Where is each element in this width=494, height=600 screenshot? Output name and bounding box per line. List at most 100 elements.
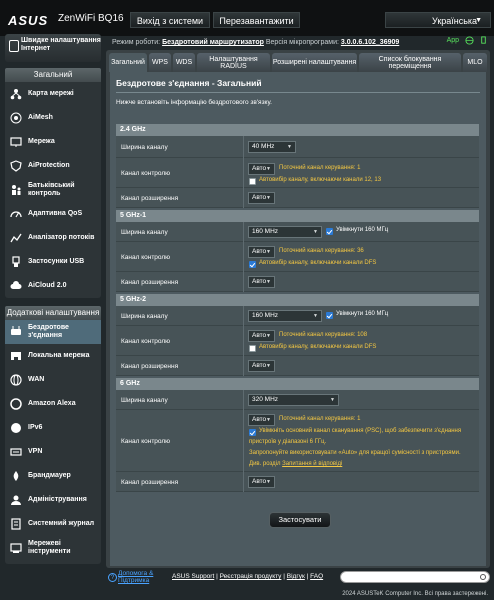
divider	[243, 136, 244, 158]
auto-suggest-note: Запропонуйте використовувати «Auto» для …	[249, 450, 461, 456]
search-icon[interactable]	[480, 574, 486, 580]
search-input[interactable]	[340, 571, 490, 583]
vpn-icon	[10, 448, 22, 456]
faq-footer-link[interactable]: FAQ	[310, 573, 323, 580]
sidebar-item-aimesh[interactable]: AiMesh	[5, 106, 101, 130]
table-row: Ширина каналу 320 MHz ▼	[116, 390, 479, 410]
divider	[243, 356, 244, 376]
mode-value[interactable]: Бездротовий маршрутизатор	[162, 39, 264, 46]
help-icon[interactable]: ?	[108, 573, 117, 582]
select-value: 160 MHz	[252, 312, 279, 319]
extension-channel-select-6g[interactable]: Авто ▼	[248, 476, 275, 488]
control-channel-select-5g2[interactable]: Авто ▼	[248, 330, 275, 342]
table-row: Ширина каналу 40 MHz ▼	[116, 136, 479, 158]
advanced-section-header: Додаткові налаштування	[5, 306, 101, 320]
sidebar-item-firewall[interactable]: Брандмауер	[5, 464, 101, 488]
sidebar-item-label: VPN	[28, 448, 43, 455]
sidebar-item-ipv6[interactable]: IPv6	[5, 416, 101, 440]
chevron-down-icon: ▼	[313, 313, 318, 319]
chevron-down-icon: ▼	[266, 333, 271, 339]
quick-setup-button[interactable]: Швидке налаштування Інтернет	[5, 34, 101, 62]
band-header-2g: 2.4 GHz	[116, 124, 479, 136]
globe-icon[interactable]	[465, 36, 474, 45]
table-row: Канал контролю Авто ▼ Поточний канал керу…	[116, 242, 479, 272]
psc-checkbox-6g[interactable]	[249, 429, 256, 436]
chevron-down-icon: ▼	[266, 417, 271, 423]
sidebar-item-label: Адміністрування	[28, 496, 87, 503]
page-description: Нижче встановіть інформацію бездротового…	[116, 99, 272, 106]
extension-channel-select-5g1[interactable]: Авто ▼	[248, 276, 275, 288]
sidebar-item-network-map[interactable]: Карта мережі	[5, 82, 101, 106]
control-channel-select-5g1[interactable]: Авто ▼	[248, 246, 275, 258]
tab-general[interactable]: Загальний	[109, 53, 147, 72]
chevron-down-icon: ▼	[287, 144, 292, 150]
sidebar-item-qos[interactable]: Адаптивна QoS	[5, 202, 101, 226]
sidebar-item-wan[interactable]: WAN	[5, 368, 101, 392]
field-label: Канал контролю	[121, 253, 171, 261]
channel-width-select-2g[interactable]: 40 MHz ▼	[248, 141, 296, 153]
footer-separator: |	[216, 573, 218, 580]
sidebar-item-admin[interactable]: Адміністрування	[5, 488, 101, 512]
auto-channel-checkbox-5g2[interactable]	[249, 345, 256, 352]
tab-mlo[interactable]: MLO	[463, 53, 487, 72]
enable-160-checkbox-5g2[interactable]	[326, 312, 333, 319]
feedback-link[interactable]: Відгук	[287, 573, 305, 580]
sidebar-item-alexa[interactable]: Amazon Alexa	[5, 392, 101, 416]
usb-status-icon[interactable]	[479, 36, 488, 45]
sidebar-item-usb[interactable]: Застосунки USB	[5, 250, 101, 274]
advanced-menu: Бездротове з'єднання Локальна мережа WAN…	[5, 320, 101, 564]
chevron-down-icon: ▼	[313, 229, 318, 235]
aimesh-icon	[10, 112, 22, 124]
divider	[243, 188, 244, 208]
channel-width-select-5g2[interactable]: 160 MHz ▼	[248, 310, 322, 322]
sidebar-item-aiprotection[interactable]: AiProtection	[5, 154, 101, 178]
field-label: Канал розширення	[121, 478, 179, 486]
sidebar-item-label: Локальна мережа	[28, 352, 90, 359]
divider	[243, 158, 244, 188]
sidebar-item-aicloud[interactable]: AiCloud 2.0	[5, 274, 101, 298]
sidebar-item-network[interactable]: Мережа	[5, 130, 101, 154]
channel-width-select-5g1[interactable]: 160 MHz ▼	[248, 226, 322, 238]
tab-advanced[interactable]: Розширені налаштування	[272, 53, 357, 72]
extension-channel-select-5g2[interactable]: Авто ▼	[248, 360, 275, 372]
reboot-button[interactable]: Перезавантажити	[213, 12, 300, 28]
firmware-value[interactable]: 3.0.0.6.102_36909	[341, 39, 399, 46]
tab-wps[interactable]: WPS	[149, 53, 171, 72]
footer-separator: |	[306, 573, 309, 580]
field-label: Ширина каналу	[121, 312, 168, 320]
logout-button[interactable]: Вихід з системи	[130, 12, 210, 28]
sidebar-item-tools[interactable]: Мережеві інструменти	[5, 536, 101, 560]
control-channel-select-6g[interactable]: Авто ▼	[248, 414, 275, 426]
language-select[interactable]: Українська ▼	[385, 12, 491, 28]
sidebar-item-traffic[interactable]: Аналізатор потоків	[5, 226, 101, 250]
sidebar-item-vpn[interactable]: VPN	[5, 440, 101, 464]
app-label[interactable]: App	[447, 37, 459, 44]
enable-160-checkbox-5g1[interactable]	[326, 228, 333, 235]
tab-wds[interactable]: WDS	[173, 53, 195, 72]
apply-button[interactable]: Застосувати	[269, 512, 331, 528]
model-name: ZenWiFi BQ16	[58, 13, 124, 24]
field-label: Канал розширення	[121, 362, 179, 370]
tab-radius[interactable]: Налаштування RADIUS	[197, 53, 270, 72]
auto-channel-checkbox-2g[interactable]	[249, 178, 256, 185]
extension-channel-select-2g[interactable]: Авто ▼	[248, 192, 275, 204]
parental-icon	[12, 185, 21, 195]
sidebar-item-syslog[interactable]: Системний журнал	[5, 512, 101, 536]
sidebar-item-wireless[interactable]: Бездротове з'єднання	[5, 320, 101, 344]
faq-link[interactable]: Запитання й відповіді	[282, 461, 342, 467]
network-map-icon	[10, 89, 22, 100]
divider	[243, 222, 244, 242]
help-support-link[interactable]: Допомога & Підтримка	[118, 570, 166, 584]
sidebar-item-parental[interactable]: Батьківський контроль	[5, 178, 101, 202]
sidebar-item-lan[interactable]: Локальна мережа	[5, 344, 101, 368]
product-registration-link[interactable]: Реєстрація продукту	[220, 573, 282, 580]
asus-support-link[interactable]: ASUS Support	[172, 573, 214, 580]
tab-roaming-block[interactable]: Список блокування переміщення	[359, 53, 461, 72]
table-row: Канал контролю Авто ▼ Поточний канал керу…	[116, 410, 479, 472]
channel-width-select-6g[interactable]: 320 MHz ▼	[248, 394, 339, 406]
auto-channel-checkbox-5g1[interactable]	[249, 261, 256, 268]
qos-icon	[10, 211, 22, 218]
control-channel-select-2g[interactable]: Авто ▼	[248, 163, 275, 175]
field-label: Канал контролю	[121, 437, 171, 445]
wan-icon	[10, 374, 22, 386]
